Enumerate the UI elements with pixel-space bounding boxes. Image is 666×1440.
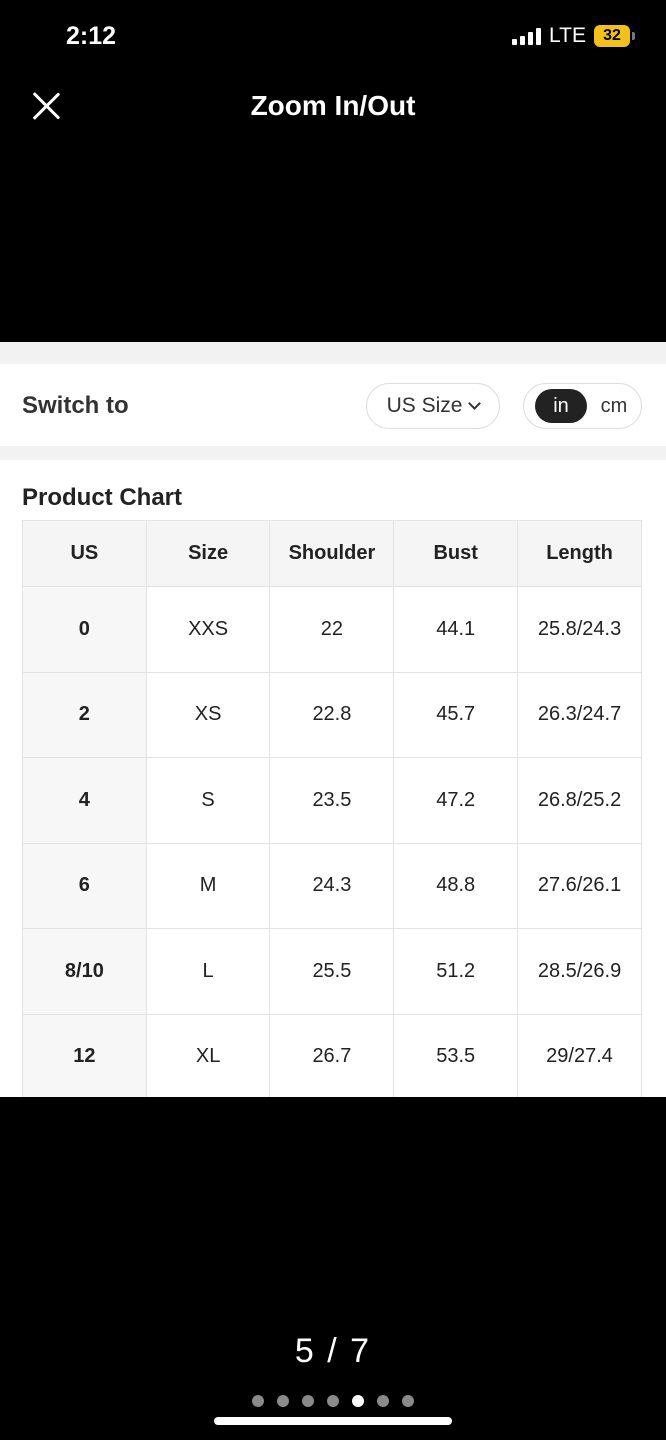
table-cell: 0 — [22, 586, 147, 673]
table-row: 8/10 L 25.5 51.2 28.5/26.9 — [22, 928, 642, 1015]
table-cell: 25.8/24.3 — [517, 586, 642, 673]
table-row: 12 XL 26.7 53.5 29/27.4 — [22, 1013, 642, 1097]
table-cell: 48.8 — [393, 842, 519, 929]
chart-title: Product Chart — [22, 484, 183, 511]
table-cell: 26.8/25.2 — [517, 757, 642, 844]
size-system-select[interactable]: US Size — [366, 383, 500, 429]
column-header: Length — [517, 520, 642, 587]
unit-toggle[interactable]: in cm — [523, 383, 642, 429]
zoom-image[interactable]: Switch to US Size in cm Product Chart US… — [0, 342, 666, 1097]
battery-icon: 32 — [594, 25, 635, 47]
table-cell: 26.7 — [269, 1013, 395, 1097]
page-dot[interactable] — [352, 1395, 364, 1407]
chevron-down-icon — [468, 397, 482, 410]
network-type: LTE — [549, 24, 586, 47]
table-cell: 53.5 — [393, 1013, 519, 1097]
table-row: 2 XS 22.8 45.7 26.3/24.7 — [22, 671, 642, 758]
page-title: Zoom In/Out — [250, 90, 416, 121]
table-cell: XL — [145, 1013, 271, 1097]
signal-icon — [512, 27, 542, 45]
status-indicators: LTE 32 — [512, 24, 635, 48]
switch-bar: Switch to US Size in cm — [0, 364, 666, 446]
size-table: US Size Shoulder Bust Length 0 XXS 22 44… — [22, 520, 642, 1097]
table-cell: 6 — [22, 842, 147, 929]
table-cell: 4 — [22, 757, 147, 844]
page-dot[interactable] — [327, 1395, 339, 1407]
page-counter: 5 / 7 — [294, 1332, 372, 1370]
column-header: US — [22, 520, 147, 587]
table-cell: 27.6/26.1 — [517, 842, 642, 929]
table-cell: 24.3 — [269, 842, 395, 929]
table-cell: 29/27.4 — [517, 1013, 642, 1097]
page-dot[interactable] — [302, 1395, 314, 1407]
page-dots — [0, 1395, 666, 1407]
column-header: Bust — [393, 520, 519, 587]
table-cell: 23.5 — [269, 757, 395, 844]
status-time: 2:12 — [66, 22, 117, 50]
table-header-row: US Size Shoulder Bust Length — [22, 520, 642, 587]
table-cell: 8/10 — [22, 928, 147, 1015]
table-cell: 28.5/26.9 — [517, 928, 642, 1015]
column-header: Size — [145, 520, 271, 587]
table-cell: 12 — [22, 1013, 147, 1097]
switch-to-label: Switch to — [22, 392, 129, 419]
table-cell: 45.7 — [393, 671, 519, 758]
table-row: 0 XXS 22 44.1 25.8/24.3 — [22, 586, 642, 673]
table-cell: M — [145, 842, 271, 929]
table-cell: S — [145, 757, 271, 844]
table-row: 6 M 24.3 48.8 27.6/26.1 — [22, 842, 642, 929]
table-cell: XS — [145, 671, 271, 758]
table-cell: L — [145, 928, 271, 1015]
table-cell: 22 — [269, 586, 395, 673]
page-dot[interactable] — [402, 1395, 414, 1407]
unit-cm-option[interactable]: cm — [596, 389, 632, 423]
unit-in-option[interactable]: in — [535, 389, 587, 423]
table-cell: 44.1 — [393, 586, 519, 673]
column-header: Shoulder — [269, 520, 395, 587]
table-cell: 22.8 — [269, 671, 395, 758]
size-system-value: US Size — [386, 394, 463, 417]
table-cell: XXS — [145, 586, 271, 673]
page-dot[interactable] — [277, 1395, 289, 1407]
page-dot[interactable] — [377, 1395, 389, 1407]
table-cell: 2 — [22, 671, 147, 758]
table-cell: 51.2 — [393, 928, 519, 1015]
table-cell: 26.3/24.7 — [517, 671, 642, 758]
home-indicator — [214, 1417, 452, 1425]
table-cell: 47.2 — [393, 757, 519, 844]
product-chart-section: Product Chart US Size Shoulder Bust Leng… — [0, 460, 666, 1097]
table-cell: 25.5 — [269, 928, 395, 1015]
page-dot[interactable] — [252, 1395, 264, 1407]
table-row: 4 S 23.5 47.2 26.8/25.2 — [22, 757, 642, 844]
